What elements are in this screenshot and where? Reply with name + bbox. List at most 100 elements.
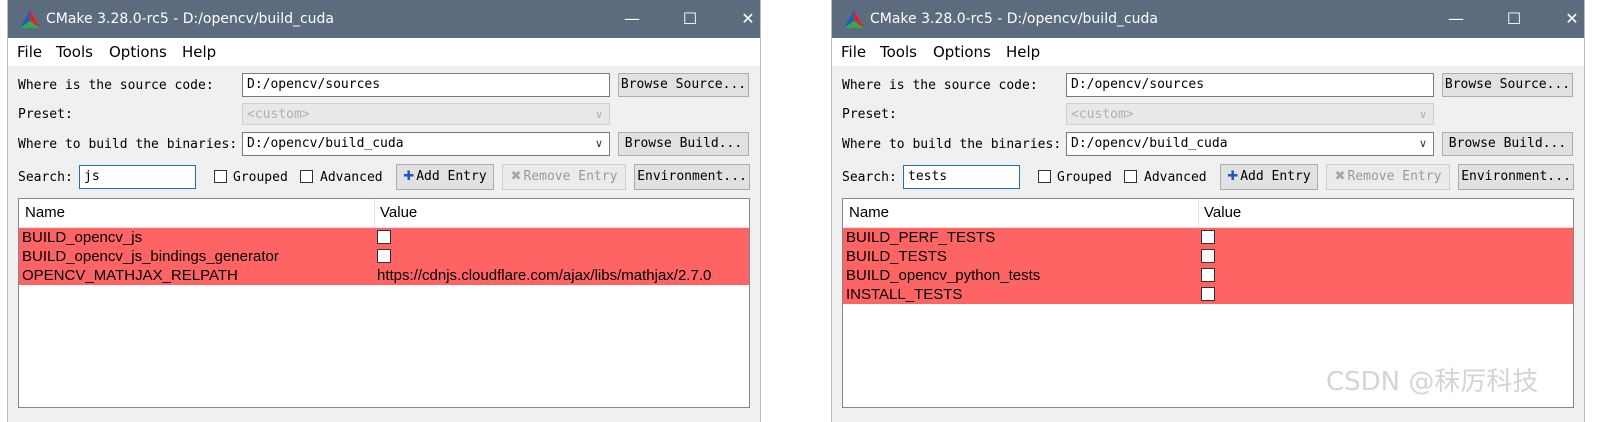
- preset-select: <custom> ∨: [242, 103, 610, 125]
- chevron-down-icon[interactable]: ∨: [1419, 133, 1427, 155]
- remove-entry-label: Remove Entry: [1347, 169, 1442, 184]
- cache-table[interactable]: Name Value BUILD_opencv_js BUILD_opencv_…: [18, 198, 750, 408]
- remove-icon: ✖: [1334, 169, 1346, 184]
- menu-bar: File Tools Options Help: [832, 38, 1584, 66]
- source-input[interactable]: D:/opencv/sources: [242, 73, 610, 97]
- advanced-checkbox[interactable]: [300, 170, 313, 183]
- environment-button[interactable]: Environment...: [1458, 164, 1574, 190]
- cmake-window-left: CMake 3.28.0-rc5 - D:/opencv/build_cuda …: [8, 0, 760, 422]
- build-label: Where to build the binaries:: [842, 137, 1062, 152]
- entry-name: BUILD_opencv_js: [22, 229, 143, 246]
- title-bar[interactable]: CMake 3.28.0-rc5 - D:/opencv/build_cuda …: [8, 0, 760, 38]
- table-row[interactable]: BUILD_opencv_python_tests: [843, 266, 1573, 285]
- entry-name: BUILD_opencv_python_tests: [846, 267, 1041, 284]
- entry-value[interactable]: https://cdnjs.cloudflare.com/ajax/libs/m…: [377, 266, 711, 285]
- grouped-label[interactable]: Grouped: [1057, 170, 1112, 186]
- plus-icon: ✚: [403, 169, 415, 184]
- grouped-label[interactable]: Grouped: [233, 170, 288, 186]
- browse-build-button[interactable]: Browse Build...: [1442, 132, 1573, 156]
- entry-checkbox[interactable]: [1201, 249, 1215, 263]
- add-entry-button[interactable]: ✚ Add Entry: [396, 164, 494, 190]
- chevron-down-icon: ∨: [594, 108, 603, 121]
- plus-icon: ✚: [1227, 169, 1239, 184]
- table-row[interactable]: BUILD_opencv_js: [19, 228, 749, 247]
- column-divider[interactable]: [374, 199, 375, 227]
- build-label: Where to build the binaries:: [18, 137, 238, 152]
- browse-source-button[interactable]: Browse Source...: [618, 73, 749, 97]
- column-header-name[interactable]: Name: [25, 204, 65, 222]
- minimize-button[interactable]: —: [1436, 6, 1476, 32]
- source-input[interactable]: D:/opencv/sources: [1066, 73, 1434, 97]
- preset-label: Preset:: [18, 107, 73, 122]
- remove-icon: ✖: [510, 169, 522, 184]
- menu-help[interactable]: Help: [1006, 43, 1040, 61]
- entry-name: BUILD_opencv_js_bindings_generator: [22, 248, 279, 265]
- column-header-name[interactable]: Name: [849, 204, 889, 222]
- menu-tools[interactable]: Tools: [880, 43, 917, 61]
- maximize-button[interactable]: ☐: [1494, 6, 1534, 32]
- close-button[interactable]: ✕: [1552, 6, 1592, 32]
- source-label: Where is the source code:: [18, 78, 214, 93]
- advanced-label[interactable]: Advanced: [1144, 170, 1207, 186]
- minimize-button[interactable]: —: [612, 6, 652, 32]
- entry-checkbox[interactable]: [1201, 287, 1215, 301]
- menu-options[interactable]: Options: [933, 43, 991, 61]
- entry-name: BUILD_TESTS: [846, 248, 947, 265]
- menu-file[interactable]: File: [841, 43, 866, 61]
- column-divider[interactable]: [1198, 199, 1199, 227]
- entry-checkbox[interactable]: [377, 249, 391, 263]
- preset-value: <custom>: [247, 107, 310, 122]
- preset-label: Preset:: [842, 107, 897, 122]
- entry-name: OPENCV_MATHJAX_RELPATH: [22, 267, 238, 284]
- chevron-down-icon: ∨: [1418, 108, 1427, 121]
- table-row[interactable]: BUILD_opencv_js_bindings_generator: [19, 247, 749, 266]
- source-label: Where is the source code:: [842, 78, 1038, 93]
- browse-source-button[interactable]: Browse Source...: [1442, 73, 1573, 97]
- grouped-checkbox[interactable]: [1038, 170, 1051, 183]
- cmake-logo-icon: [844, 10, 864, 28]
- menu-help[interactable]: Help: [182, 43, 216, 61]
- build-value: D:/opencv/build_cuda: [1071, 136, 1228, 151]
- window-title: CMake 3.28.0-rc5 - D:/opencv/build_cuda: [870, 11, 1159, 27]
- table-row[interactable]: BUILD_TESTS: [843, 247, 1573, 266]
- window-title: CMake 3.28.0-rc5 - D:/opencv/build_cuda: [46, 11, 335, 27]
- title-bar[interactable]: CMake 3.28.0-rc5 - D:/opencv/build_cuda …: [832, 0, 1584, 38]
- close-button[interactable]: ✕: [728, 6, 768, 32]
- entry-name: BUILD_PERF_TESTS: [846, 229, 996, 246]
- search-input[interactable]: js: [79, 165, 196, 189]
- table-header: Name Value: [19, 199, 749, 228]
- advanced-label[interactable]: Advanced: [320, 170, 383, 186]
- preset-select: <custom> ∨: [1066, 103, 1434, 125]
- menu-options[interactable]: Options: [109, 43, 167, 61]
- menu-tools[interactable]: Tools: [56, 43, 93, 61]
- build-value: D:/opencv/build_cuda: [247, 136, 404, 151]
- browse-build-button[interactable]: Browse Build...: [618, 132, 749, 156]
- remove-entry-button: ✖ Remove Entry: [1326, 164, 1450, 190]
- environment-button[interactable]: Environment...: [634, 164, 750, 190]
- add-entry-button[interactable]: ✚ Add Entry: [1220, 164, 1318, 190]
- table-row[interactable]: INSTALL_TESTS: [843, 285, 1573, 304]
- add-entry-label: Add Entry: [416, 169, 487, 184]
- search-input[interactable]: tests: [903, 165, 1020, 189]
- entry-name: INSTALL_TESTS: [846, 286, 963, 303]
- menu-file[interactable]: File: [17, 43, 42, 61]
- preset-value: <custom>: [1071, 107, 1134, 122]
- build-combobox[interactable]: D:/opencv/build_cuda ∨: [1066, 132, 1434, 156]
- table-row[interactable]: OPENCV_MATHJAX_RELPATH https://cdnjs.clo…: [19, 266, 749, 285]
- column-header-value[interactable]: Value: [380, 204, 417, 222]
- entry-checkbox[interactable]: [377, 230, 391, 244]
- build-combobox[interactable]: D:/opencv/build_cuda ∨: [242, 132, 610, 156]
- chevron-down-icon[interactable]: ∨: [595, 133, 603, 155]
- entry-checkbox[interactable]: [1201, 268, 1215, 282]
- column-header-value[interactable]: Value: [1204, 204, 1241, 222]
- table-header: Name Value: [843, 199, 1573, 228]
- cmake-logo-icon: [20, 10, 40, 28]
- search-label: Search:: [842, 170, 897, 185]
- remove-entry-label: Remove Entry: [523, 169, 618, 184]
- advanced-checkbox[interactable]: [1124, 170, 1137, 183]
- maximize-button[interactable]: ☐: [670, 6, 710, 32]
- grouped-checkbox[interactable]: [214, 170, 227, 183]
- cmake-window-right: CMake 3.28.0-rc5 - D:/opencv/build_cuda …: [832, 0, 1584, 422]
- entry-checkbox[interactable]: [1201, 230, 1215, 244]
- table-row[interactable]: BUILD_PERF_TESTS: [843, 228, 1573, 247]
